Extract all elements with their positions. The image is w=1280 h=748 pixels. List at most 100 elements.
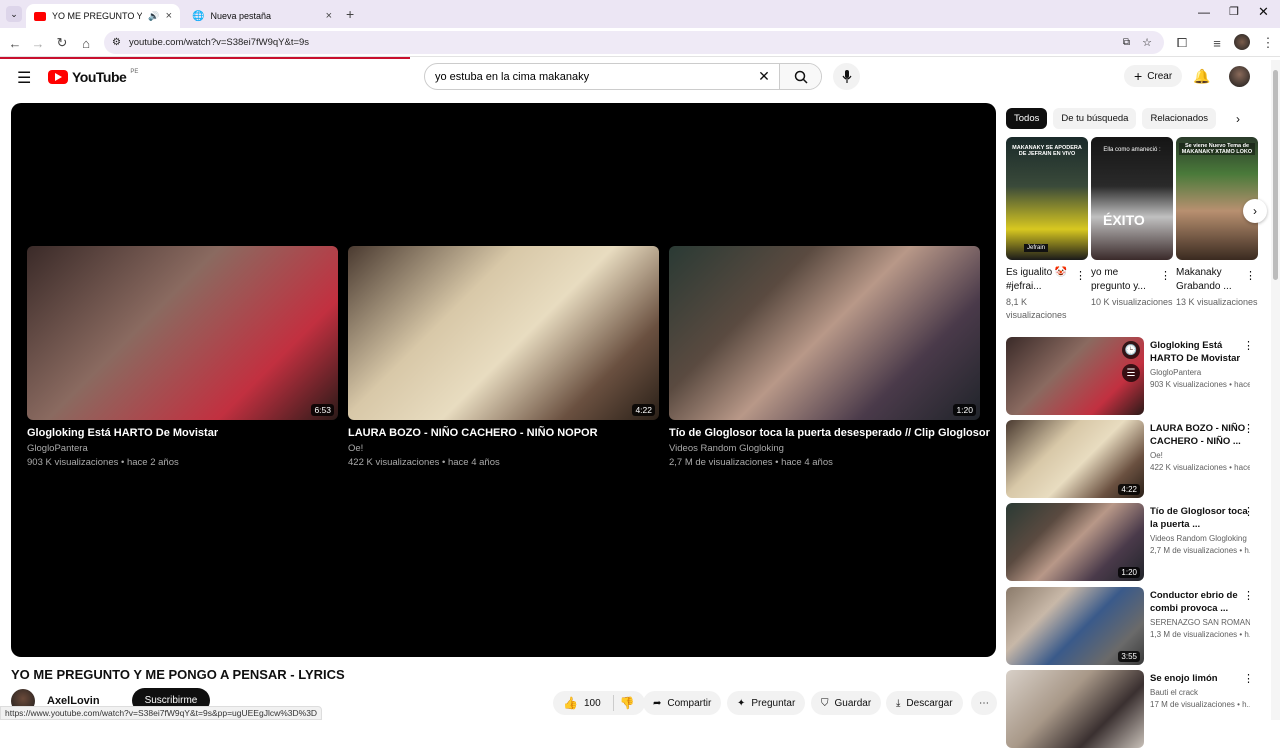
youtube-play-icon <box>48 70 68 84</box>
recommended-channel: Oe! <box>1150 451 1163 460</box>
link-status-bar: https://www.youtube.com/watch?v=S38ei7fW… <box>0 706 323 720</box>
bookmark-star-icon[interactable]: ☆ <box>1142 36 1152 49</box>
close-tab-icon[interactable]: × <box>326 10 332 22</box>
recommended-video[interactable]: 🕒 ☰ Glogloking Está HARTO De Movistar Gl… <box>1006 337 1270 415</box>
extensions-icon[interactable]: ⧠ <box>1172 33 1192 53</box>
thumbs-down-icon[interactable]: 👎 <box>620 696 635 710</box>
watch-later-icon[interactable]: 🕒 <box>1122 341 1140 359</box>
duration-badge: 1:20 <box>953 404 976 416</box>
address-bar[interactable]: ⚙ youtube.com/watch?v=S38ei7fW9qY&t=9s ⧉… <box>104 31 1164 54</box>
recommended-channel: GlogloPantera <box>1150 368 1202 377</box>
chip-all[interactable]: Todos <box>1006 108 1048 129</box>
short-card[interactable]: Se viene Nuevo Tema de MAKANAKY XTAMO LO… <box>1176 137 1258 309</box>
reload-icon[interactable]: ↻ <box>52 33 72 53</box>
browser-tab-new[interactable]: 🌐 Nueva pestaña × <box>184 4 340 28</box>
endscreen-thumbnail: 1:20 <box>669 246 980 420</box>
sparkle-icon: ✦ <box>737 697 746 709</box>
recommended-channel: SERENAZGO SAN ROMAN O... <box>1150 618 1250 627</box>
clear-search-icon[interactable]: ✕ <box>749 68 779 85</box>
close-window-button[interactable]: ✕ <box>1258 4 1269 20</box>
recommended-video[interactable]: 3:55 Conductor ebrio de combi provoca ..… <box>1006 587 1270 665</box>
duration-badge: 6:53 <box>311 404 334 416</box>
tab-search-button[interactable]: ⌄ <box>6 6 22 22</box>
shorts-next-button[interactable]: › <box>1243 199 1267 223</box>
tab-title: YO ME PREGUNTO Y ME PO <box>52 11 143 21</box>
search-icon <box>794 70 808 84</box>
install-icon[interactable]: ⧉ <box>1123 37 1130 48</box>
more-actions-button[interactable]: ⋯ <box>971 691 997 715</box>
scrollbar-thumb[interactable] <box>1273 70 1278 280</box>
chip-related[interactable]: Relacionados <box>1142 108 1217 129</box>
new-tab-button[interactable]: + <box>346 6 354 22</box>
chips-next-icon[interactable]: › <box>1236 112 1240 126</box>
recommended-video[interactable]: 1:20 Tío de Gloglosor toca la puerta ...… <box>1006 503 1270 581</box>
search-input[interactable] <box>425 70 749 83</box>
endscreen-channel: GlogloPantera <box>27 443 88 454</box>
video-title: YO ME PREGUNTO Y ME PONGO A PENSAR - LYR… <box>11 667 345 682</box>
save-button[interactable]: ⛉ Guardar <box>811 691 882 715</box>
more-horizontal-icon: ⋯ <box>979 697 989 709</box>
more-vertical-icon[interactable]: ⋮ <box>1243 589 1254 602</box>
search-box: ✕ <box>424 63 822 90</box>
recommended-video[interactable]: 4:22 LAURA BOZO - NIÑO CACHERO - NIÑO ..… <box>1006 420 1270 498</box>
download-button[interactable]: ⤓ Descargar <box>886 691 963 715</box>
recommended-meta: 903 K visualizaciones • hace... <box>1150 380 1250 389</box>
page-scrollbar[interactable] <box>1271 60 1280 720</box>
recommended-info: Conductor ebrio de combi provoca ... SER… <box>1150 589 1250 639</box>
search-button[interactable] <box>779 64 821 89</box>
back-icon[interactable]: ← <box>5 33 25 53</box>
tab-title: Nueva pestaña <box>210 11 271 21</box>
more-vertical-icon[interactable]: ⋮ <box>1245 269 1256 282</box>
endscreen-thumbnail: 4:22 <box>348 246 659 420</box>
chip-from-search[interactable]: De tu búsqueda <box>1053 108 1137 129</box>
short-title: yo me pregunto y... <box>1091 267 1146 292</box>
more-vertical-icon[interactable]: ⋮ <box>1075 269 1086 282</box>
notifications-bell-icon[interactable]: 🔔 <box>1193 68 1210 85</box>
channel-name[interactable]: AxelLovin <box>47 695 100 707</box>
recommended-video[interactable]: Se enojo limón Bauti el crack 17 M de vi… <box>1006 670 1270 748</box>
site-info-icon[interactable]: ⚙ <box>112 37 121 48</box>
forward-icon[interactable]: → <box>28 33 48 53</box>
create-button[interactable]: + Crear <box>1124 65 1183 87</box>
browser-menu-icon[interactable]: ⋮ <box>1258 33 1278 53</box>
endscreen-title: Tío de Gloglosor toca la puerta desesper… <box>669 427 990 439</box>
recommended-info: Glogloking Está HARTO De Movistar Gloglo… <box>1150 339 1250 389</box>
share-button[interactable]: ➦ Compartir <box>643 691 722 715</box>
account-avatar[interactable] <box>1229 66 1250 87</box>
short-thumb-tag: Jefrain <box>1024 244 1049 252</box>
short-thumb-text: Se viene Nuevo Tema de MAKANAKY XTAMO LO… <box>1179 143 1255 155</box>
close-tab-icon[interactable]: × <box>166 10 172 22</box>
browser-tab-youtube[interactable]: YO ME PREGUNTO Y ME PO 🔊 × <box>26 4 180 28</box>
recommended-meta: 422 K visualizaciones • hace... <box>1150 463 1250 472</box>
more-vertical-icon[interactable]: ⋮ <box>1243 339 1254 352</box>
short-thumbnail: Ella como amaneció : ÉXITO <box>1091 137 1173 260</box>
minimize-button[interactable]: — <box>1198 5 1210 19</box>
video-player[interactable]: 6:53 Glogloking Está HARTO De Movistar G… <box>11 103 996 657</box>
reading-list-icon[interactable]: ≡ <box>1207 33 1227 53</box>
more-vertical-icon[interactable]: ⋮ <box>1243 672 1254 685</box>
browser-tab-strip: ⌄ YO ME PREGUNTO Y ME PO 🔊 × 🌐 Nueva pes… <box>0 0 1280 28</box>
add-to-queue-icon[interactable]: ☰ <box>1122 364 1140 382</box>
short-card[interactable]: Ella como amaneció : ÉXITO yo me pregunt… <box>1091 137 1173 309</box>
ask-button[interactable]: ✦ Preguntar <box>727 691 806 715</box>
voice-search-button[interactable] <box>833 63 860 90</box>
youtube-logo[interactable]: YouTube PE <box>48 69 138 85</box>
plus-icon: + <box>1134 68 1143 84</box>
restore-button[interactable]: ❐ <box>1229 5 1239 18</box>
download-label: Descargar <box>906 697 953 709</box>
recommended-title: LAURA BOZO - NIÑO CACHERO - NIÑO ... <box>1150 423 1246 447</box>
endscreen-title: LAURA BOZO - NIÑO CACHERO - NIÑO NOPOR <box>348 427 598 439</box>
profile-avatar[interactable] <box>1234 34 1250 50</box>
more-vertical-icon[interactable]: ⋮ <box>1243 505 1254 518</box>
endscreen-video-3[interactable]: 1:20 Tío de Gloglosor toca la puerta des… <box>669 246 990 468</box>
home-icon[interactable]: ⌂ <box>76 33 96 53</box>
more-vertical-icon[interactable]: ⋮ <box>1243 422 1254 435</box>
more-vertical-icon[interactable]: ⋮ <box>1160 269 1171 282</box>
endscreen-thumbnail: 6:53 <box>27 246 338 420</box>
endscreen-video-1[interactable]: 6:53 Glogloking Está HARTO De Movistar G… <box>27 246 338 468</box>
short-thumb-text: Ella como amaneció : <box>1103 147 1161 153</box>
hamburger-menu-icon[interactable]: ☰ <box>17 68 31 88</box>
short-card[interactable]: MAKANAKY SE APODERA DE JEFRAIN EN VIVO J… <box>1006 137 1088 322</box>
endscreen-video-2[interactable]: 4:22 LAURA BOZO - NIÑO CACHERO - NIÑO NO… <box>348 246 659 468</box>
like-button[interactable]: 👍 100 👎 <box>553 691 645 715</box>
